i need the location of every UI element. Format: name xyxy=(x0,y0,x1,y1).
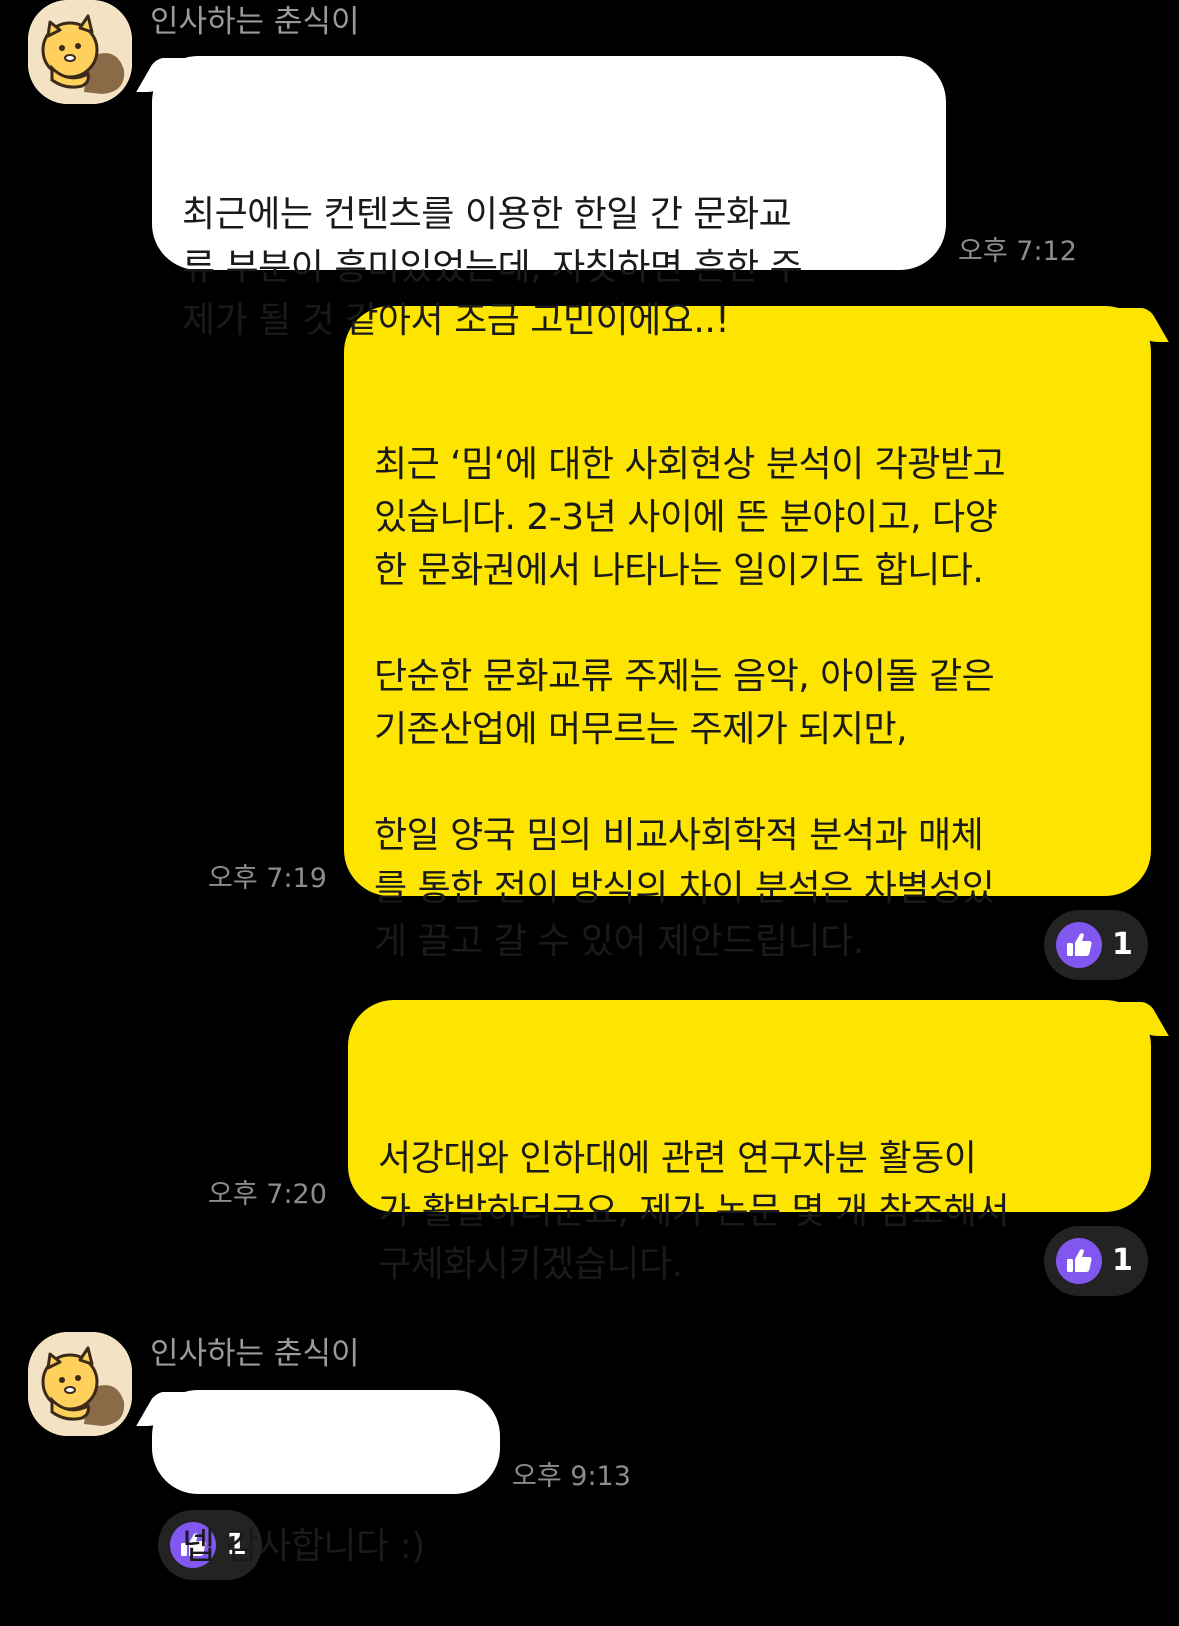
contact-avatar[interactable] xyxy=(28,1332,132,1436)
message-timestamp: 오후 7:20 xyxy=(208,1179,327,1210)
chunsik-character-icon xyxy=(28,0,132,104)
sender-name: 인사하는 춘식이 xyxy=(150,1336,360,1372)
chunsik-character-icon xyxy=(28,1332,132,1436)
contact-avatar[interactable] xyxy=(28,0,132,104)
message-text: 서강대와 인하대에 관련 연구자분 활동이 가 활발하더군요, 제가 논문 몇 … xyxy=(378,1138,1010,1285)
message-timestamp: 오후 7:19 xyxy=(208,863,327,894)
message-text: 최근 ‘밈‘에 대한 사회현상 분석이 각광받고 있습니다. 2-3년 사이에 … xyxy=(374,444,1006,962)
outgoing-message-bubble[interactable]: 최근 ‘밈‘에 대한 사회현상 분석이 각광받고 있습니다. 2-3년 사이에 … xyxy=(344,306,1151,962)
incoming-message-bubble[interactable]: 최근에는 컨텐츠를 이용한 한일 간 문화교 류 부분이 흥미있었는데, 자칫하… xyxy=(152,56,946,341)
sender-name: 인사하는 춘식이 xyxy=(150,4,360,40)
message-text: 넵 감사합니다 :) xyxy=(182,1526,425,1567)
message-timestamp: 오후 7:12 xyxy=(958,236,1077,267)
outgoing-message-bubble[interactable]: 서강대와 인하대에 관련 연구자분 활동이 가 활발하더군요, 제가 논문 몇 … xyxy=(348,1000,1151,1285)
incoming-message-bubble[interactable]: 넵 감사합니다 :) xyxy=(152,1390,500,1567)
message-timestamp: 오후 9:13 xyxy=(512,1461,631,1492)
message-text: 최근에는 컨텐츠를 이용한 한일 간 문화교 류 부분이 흥미있었는데, 자칫하… xyxy=(182,194,803,341)
